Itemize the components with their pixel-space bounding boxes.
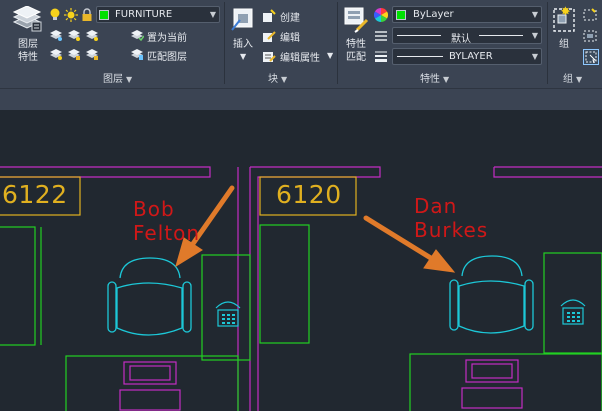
layer-properties-icon[interactable] [12, 5, 42, 34]
edit-block-button[interactable]: 编辑 [280, 29, 300, 44]
chevron-down-icon: ▼ [209, 10, 216, 19]
match-layer-icon[interactable] [130, 47, 144, 64]
panel-separator [337, 2, 338, 84]
ungroup-icon[interactable] [583, 8, 597, 25]
match-properties-label-2: 匹配 [346, 52, 366, 63]
panel-separator [224, 2, 225, 84]
occupant-name: Dan Burkes [414, 194, 488, 242]
block-panel-title[interactable]: 块 ▼ [268, 70, 288, 85]
match-layer-button[interactable]: 匹配图层 [147, 48, 187, 63]
furniture [0, 224, 602, 411]
chevron-down-icon: ▼ [531, 10, 538, 19]
create-block-icon[interactable] [262, 9, 276, 26]
edit-attributes-dropdown[interactable]: ▼ [327, 51, 333, 60]
chevron-down-icon: ▼ [443, 75, 450, 84]
drawing-canvas[interactable]: 6122 6120 Bob Felton Dan Burkes [0, 110, 602, 411]
lightbulb-icon[interactable] [49, 8, 61, 25]
properties-panel-title[interactable]: 特性 ▼ [420, 70, 450, 85]
chevron-down-icon: ▼ [126, 75, 133, 84]
edit-attributes-button[interactable]: 编辑属性 [280, 49, 320, 64]
lineweight-icon[interactable] [374, 49, 388, 66]
groups-panel-title[interactable]: 组 ▼ [563, 70, 583, 85]
edit-block-icon[interactable] [262, 29, 276, 46]
lineweight-dropdown[interactable]: BYLAYER ▼ [392, 48, 542, 65]
layer-properties-label-1: 图层 [18, 39, 38, 50]
layer-properties-button[interactable]: 图层 特性 [12, 38, 44, 64]
chair-dan [449, 255, 534, 334]
layer-off-icon[interactable] [48, 47, 112, 64]
layer-panel-title[interactable]: 图层 ▼ [103, 70, 133, 85]
occupant-first-name: Dan [414, 194, 458, 218]
ribbon: 图层 特性 FURNITURE ▼ 置为当前 匹配图层 图层 ▼ 插入 ▼ 创建… [0, 0, 602, 88]
make-current-icon[interactable] [130, 28, 145, 45]
layer-dropdown[interactable]: FURNITURE ▼ [96, 6, 220, 23]
occupant-last-name: Felton [133, 221, 201, 245]
chevron-down-icon: ▼ [281, 75, 288, 84]
telephone-icon [215, 301, 241, 327]
linetype-preview-line-right [479, 35, 523, 36]
telephone-icon [560, 299, 586, 325]
chair-bob [107, 257, 192, 336]
insert-dropdown-arrow[interactable]: ▼ [240, 52, 246, 61]
group-selection-icon[interactable] [583, 49, 599, 68]
room-number: 6120 [276, 180, 342, 209]
color-swatch [396, 10, 406, 20]
chevron-down-icon: ▼ [531, 52, 538, 61]
linetype-preview-line [397, 35, 441, 36]
create-block-button[interactable]: 创建 [280, 9, 300, 24]
make-current-button[interactable]: 置为当前 [147, 29, 187, 44]
lock-icon[interactable] [81, 8, 93, 25]
occupant-name: Bob Felton [133, 197, 200, 245]
groups-panel-title-text: 组 [563, 74, 573, 85]
insert-block-button[interactable]: 插入 [228, 38, 258, 51]
linetype-dropdown-value: 默认 [451, 34, 471, 45]
color-dropdown[interactable]: ByLayer ▼ [392, 6, 542, 23]
block-panel-title-text: 块 [268, 74, 278, 85]
desk-items [119, 359, 523, 411]
color-wheel-icon[interactable] [374, 8, 388, 25]
layer-properties-label-2: 特性 [18, 52, 38, 63]
group-button[interactable]: 组 [554, 38, 574, 51]
floor-plan [0, 166, 602, 411]
layer-isolate-icon[interactable] [48, 28, 112, 45]
occupant-first-name: Bob [133, 197, 175, 221]
occupant-last-name: Burkes [414, 218, 489, 242]
linetype-icon[interactable] [374, 29, 388, 46]
edit-attributes-icon[interactable] [262, 49, 276, 66]
layer-dropdown-value: FURNITURE [115, 9, 173, 20]
group-edit-icon[interactable] [583, 29, 597, 46]
match-properties-button[interactable]: 特性 匹配 [341, 38, 371, 64]
insert-block-icon[interactable] [230, 6, 256, 35]
room-number: 6122 [2, 180, 68, 209]
ribbon-bottom-strip [0, 88, 602, 110]
layer-panel-title-text: 图层 [103, 74, 123, 85]
lineweight-preview-line [397, 56, 443, 57]
chevron-down-icon: ▼ [576, 75, 583, 84]
match-properties-label-1: 特性 [346, 39, 366, 50]
panel-separator [547, 2, 548, 84]
chevron-down-icon: ▼ [531, 31, 538, 40]
color-dropdown-value: ByLayer [413, 9, 454, 20]
linetype-dropdown[interactable]: 默认 ▼ [392, 27, 542, 45]
lineweight-dropdown-value: BYLAYER [449, 51, 493, 62]
group-icon[interactable] [552, 6, 578, 39]
layer-color-swatch [99, 10, 109, 20]
match-properties-icon[interactable] [343, 6, 369, 37]
properties-panel-title-text: 特性 [420, 74, 440, 85]
sun-icon[interactable] [64, 8, 78, 25]
